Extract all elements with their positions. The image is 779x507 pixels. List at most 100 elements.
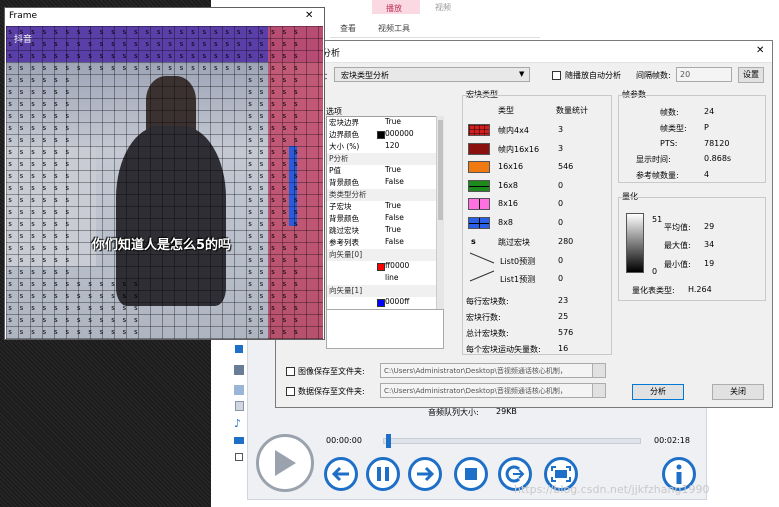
quant-table-label: 量化表类型: (632, 286, 675, 295)
skip-marks: s s s s s s s s s s s s s s s s s s s s … (8, 28, 300, 336)
property-value[interactable]: 0000ff (385, 297, 409, 306)
save-data-label: 数据保存至文件夹: (298, 387, 365, 396)
mb-type-swatch (468, 142, 490, 155)
tab-video[interactable]: 视频 (435, 2, 451, 13)
browse-image-button[interactable] (592, 363, 606, 378)
list-prediction-lines (469, 252, 495, 282)
image-icon[interactable] (234, 385, 244, 395)
mb-type-count: 0 (558, 199, 564, 208)
property-row[interactable]: 边界颜色 000000 (327, 129, 437, 141)
fullscreen-icon (551, 466, 571, 482)
frame-no-value: 24 (704, 107, 715, 116)
property-row[interactable]: P分析 (327, 153, 437, 165)
property-row[interactable]: 背景颜色 False (327, 177, 437, 189)
total-label: 总计宏块数: (466, 329, 509, 338)
screen-icon[interactable] (234, 437, 244, 444)
property-key: 参考列表 (329, 238, 359, 247)
skip-count: 280 (558, 237, 574, 246)
ribbon-view[interactable]: 查看 (340, 23, 356, 34)
mb-type-swatch (468, 216, 490, 229)
property-row[interactable]: 0000ff (327, 297, 437, 309)
chevron-down-icon: ▼ (519, 70, 525, 78)
progress-thumb[interactable] (386, 434, 391, 448)
save-image-checkbox[interactable] (286, 367, 295, 376)
property-row[interactable]: 类类型分析 (327, 189, 437, 201)
list0-label: List0预测 (500, 257, 536, 266)
property-row[interactable]: P值 True (327, 165, 437, 177)
frame-close-icon[interactable]: ✕ (305, 10, 313, 21)
property-key: 跳过宏块 (329, 226, 359, 235)
mb-type-name: 8x16 (498, 199, 519, 208)
ref-frames-label: 参考帧数量: (636, 171, 679, 180)
property-row[interactable]: 宏块边界 True (327, 117, 437, 129)
property-row[interactable]: 跳过宏块 True (327, 225, 437, 237)
dialog-close-icon[interactable]: ✕ (756, 45, 764, 56)
property-value[interactable]: False (385, 237, 404, 246)
display-time-label: 显示时间: (636, 155, 671, 164)
color-swatch (377, 299, 385, 307)
music-icon[interactable]: ♪ (234, 417, 241, 430)
save-image-path[interactable]: C:\Users\Administrator\Desktop\音视频通话核心机制… (380, 363, 596, 378)
audio-queue-value: 29KB (496, 407, 517, 416)
down-arrow-icon[interactable] (235, 345, 243, 353)
ref-frames-value: 4 (704, 170, 710, 179)
quant-scale-min: 0 (652, 267, 658, 276)
property-value[interactable]: False (385, 213, 404, 222)
close-button[interactable]: 关闭 (712, 384, 764, 400)
property-value[interactable]: 120 (385, 141, 399, 150)
property-value[interactable]: True (385, 165, 401, 174)
next-button[interactable] (408, 457, 442, 491)
prev-button[interactable] (324, 457, 358, 491)
save-data-path[interactable]: C:\Users\Administrator\Desktop\音视频通话核心机制… (380, 383, 596, 398)
progress-track[interactable] (383, 438, 641, 444)
play-large-button[interactable] (256, 434, 314, 492)
property-row[interactable]: 参考列表 False (327, 237, 437, 249)
property-value[interactable]: True (385, 225, 401, 234)
property-value[interactable]: False (385, 177, 404, 186)
mb-type-swatch (468, 179, 490, 192)
arrow-right-icon (417, 466, 435, 482)
quant-min-label: 最小值: (664, 260, 691, 269)
quant-avg-value: 29 (704, 222, 715, 231)
audio-queue-label: 音频队列大小: (428, 408, 479, 417)
property-value[interactable]: True (385, 117, 401, 126)
frame-titlebar: Frame ✕ (5, 8, 324, 26)
mb-type-name: 帧内4x4 (498, 126, 529, 135)
list-icon[interactable] (235, 453, 243, 461)
ribbon-video-tools[interactable]: 视频工具 (378, 23, 410, 34)
property-row[interactable]: 向矢量[1] (327, 285, 437, 297)
rows-label: 宏块行数: (466, 313, 501, 322)
time-current: 00:00:00 (326, 436, 362, 445)
props-scroll-thumb[interactable] (438, 120, 443, 220)
property-row[interactable]: 背景颜色 False (327, 213, 437, 225)
property-row[interactable]: 向矢量[0] (327, 249, 437, 261)
save-data-checkbox[interactable] (286, 387, 295, 396)
property-key: 子宏块 (329, 202, 352, 211)
film-icon[interactable] (234, 365, 244, 375)
property-value[interactable]: line (385, 273, 399, 282)
property-value[interactable]: True (385, 201, 401, 210)
property-value[interactable]: 000000 (385, 129, 414, 138)
property-row[interactable]: ff0000 (327, 261, 437, 273)
analysis-type-select[interactable]: 宏块类型分析 ▼ (334, 67, 530, 82)
stop-icon (465, 468, 477, 480)
property-row[interactable]: 大小 (%) 120 (327, 141, 437, 153)
property-value[interactable]: ff0000 (385, 261, 409, 270)
frame-type-label: 帧类型: (660, 124, 687, 133)
document-icon[interactable] (235, 401, 244, 411)
property-key: P分析 (329, 154, 349, 163)
browse-data-button[interactable] (592, 383, 606, 398)
stop-button[interactable] (454, 457, 488, 491)
mb-type-count: 546 (558, 162, 574, 171)
pause-button[interactable] (366, 457, 400, 491)
tab-play[interactable]: 播放 (386, 3, 402, 14)
interval-input[interactable]: 20 (676, 67, 732, 82)
property-row[interactable]: 子宏块 True (327, 201, 437, 213)
property-row[interactable]: line (327, 273, 437, 285)
settings-button[interactable]: 设置 (738, 67, 764, 83)
time-total: 00:02:18 (654, 436, 690, 445)
analyze-button[interactable]: 分析 (632, 384, 684, 400)
list1-count: 0 (558, 274, 564, 283)
frame-no-label: 帧数: (660, 108, 679, 117)
auto-analyze-checkbox[interactable] (552, 71, 561, 80)
